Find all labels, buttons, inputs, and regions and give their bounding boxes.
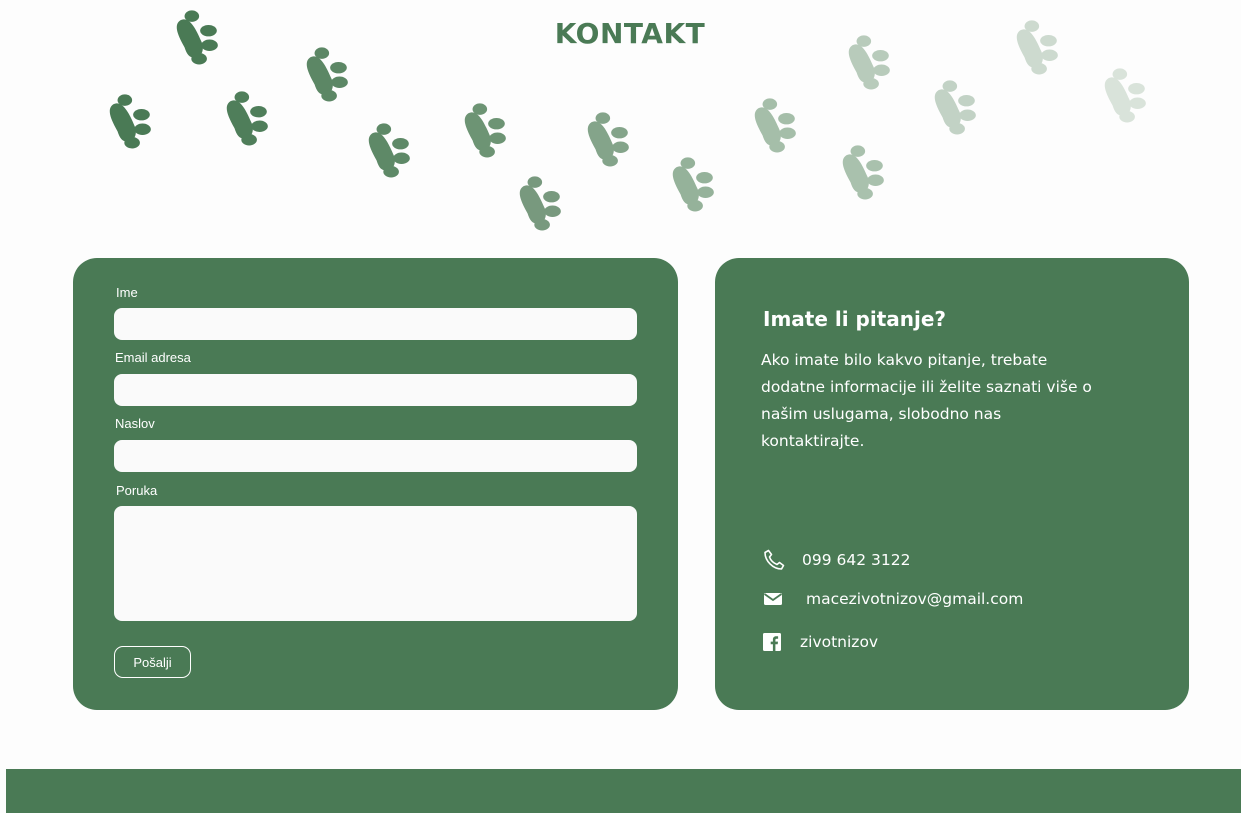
- paw-print-icon: [109, 94, 151, 149]
- contact-info-card: Imate li pitanje? Ako imate bilo kakvo p…: [715, 258, 1189, 710]
- phone-number: 099 642 3122: [802, 551, 911, 569]
- paw-print-icon: [754, 98, 796, 153]
- info-heading: Imate li pitanje?: [763, 307, 947, 331]
- contact-form: Ime Email adresa Naslov Poruka Pošalji: [73, 258, 678, 710]
- subject-input[interactable]: [114, 440, 637, 472]
- subject-label: Naslov: [115, 416, 155, 431]
- email-input[interactable]: [114, 374, 637, 406]
- paw-print-icon: [176, 10, 218, 65]
- paw-print-icon: [1016, 20, 1058, 75]
- paw-print-icon: [842, 145, 884, 200]
- info-description: Ako imate bilo kakvo pitanje, trebate do…: [761, 351, 1092, 450]
- name-label: Ime: [116, 285, 138, 300]
- paw-print-icon: [934, 80, 976, 135]
- mail-icon: [763, 593, 783, 605]
- message-label: Poruka: [116, 483, 158, 498]
- paw-print-icon: [464, 103, 506, 158]
- paw-print-icon: [519, 176, 561, 231]
- facebook-handle: zivotnizov: [800, 633, 879, 651]
- paw-prints-decoration: [0, 0, 1241, 240]
- contact-phone: 099 642 3122: [762, 548, 910, 572]
- contact-email: macezivotnizov@gmail.com: [762, 590, 1023, 608]
- paw-print-icon: [306, 47, 348, 102]
- name-input[interactable]: [114, 308, 637, 340]
- message-textarea[interactable]: [114, 506, 637, 621]
- phone-icon: [764, 549, 785, 570]
- contact-facebook: zivotnizov: [762, 633, 878, 651]
- email-label: Email adresa: [115, 350, 191, 365]
- paw-print-icon: [368, 123, 410, 178]
- paw-print-icon: [848, 35, 890, 90]
- send-button[interactable]: Pošalji: [114, 646, 191, 678]
- footer: [6, 769, 1241, 813]
- paw-print-icon: [226, 91, 268, 146]
- paw-print-icon: [672, 157, 714, 212]
- email-address: macezivotnizov@gmail.com: [806, 590, 1024, 608]
- paw-print-icon: [587, 112, 629, 167]
- paw-print-icon: [1104, 68, 1146, 123]
- facebook-icon: [763, 633, 781, 651]
